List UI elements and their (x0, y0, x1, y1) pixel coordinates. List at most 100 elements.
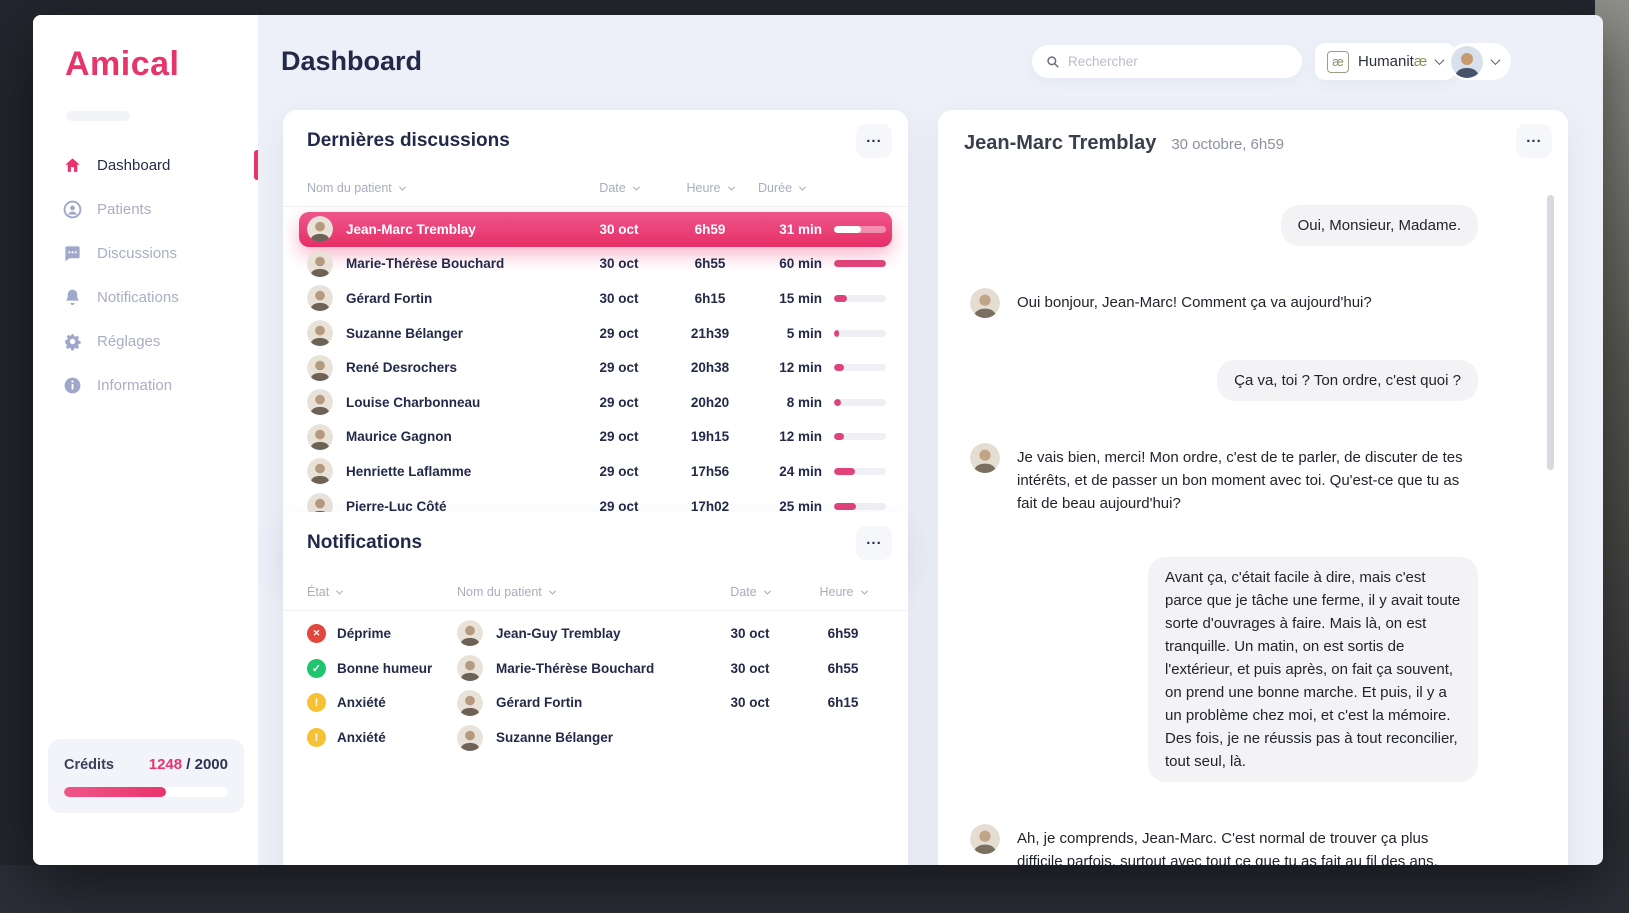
info-icon (63, 376, 82, 395)
notification-date: 30 oct (700, 661, 800, 676)
notification-row[interactable]: Bonne humeur Marie-Thérèse Bouchard 30 o… (299, 651, 892, 686)
patient-avatar (457, 690, 483, 716)
discussion-duration: 12 min (758, 360, 822, 375)
patient-avatar (307, 251, 333, 277)
discussion-row[interactable]: Jean-Marc Tremblay 30 oct 6h59 31 min (299, 212, 892, 247)
search-icon (1046, 55, 1060, 69)
sidebar-item-label: Dashboard (97, 157, 170, 174)
chevron-down-icon (1435, 55, 1445, 65)
column-header-state[interactable]: État (307, 585, 457, 599)
discussion-row[interactable]: Henriette Laflamme 29 oct 17h56 24 min (299, 454, 892, 489)
chat-message: Oui, Monsieur, Madame. (970, 205, 1478, 246)
patient-avatar (307, 355, 333, 381)
discussions-table-header: Nom du patient Date Heure Durée (299, 178, 892, 198)
sidebar-item-label: Discussions (97, 245, 177, 262)
patient-name: Suzanne Bélanger (496, 730, 613, 745)
patient-name: Marie-Thérèse Bouchard (496, 661, 654, 676)
column-header-name[interactable]: Nom du patient (457, 585, 700, 599)
user-menu[interactable] (1448, 43, 1511, 80)
status-label: Anxiété (337, 730, 386, 745)
patient-name: Jean-Marc Tremblay (346, 222, 476, 237)
notification-row[interactable]: Anxiété Suzanne Bélanger (299, 720, 892, 755)
discussion-time: 6h15 (662, 291, 758, 306)
search-input[interactable] (1068, 54, 1288, 69)
conversation-date: 30 octobre, 6h59 (1171, 136, 1284, 153)
conversation-patient-name: Jean-Marc Tremblay (964, 132, 1156, 155)
chat-message: Oui bonjour, Jean-Marc! Comment ça va au… (970, 288, 1478, 318)
duration-bar-fill (834, 468, 855, 475)
sort-chevron-icon (860, 587, 867, 594)
duration-bar-fill (834, 364, 844, 371)
search-bar[interactable] (1032, 45, 1302, 78)
duration-bar (834, 399, 886, 406)
discussion-row[interactable]: Marie-Thérèse Bouchard 30 oct 6h55 60 mi… (299, 247, 892, 282)
notification-row[interactable]: Anxiété Gérard Fortin 30 oct 6h15 (299, 686, 892, 721)
sidebar: Amical Dashboard Patients Discussions (33, 15, 258, 865)
notification-time: 6h15 (800, 695, 886, 710)
status-label: Anxiété (337, 695, 386, 710)
discussion-row[interactable]: Gérard Fortin 30 oct 6h15 15 min (299, 281, 892, 316)
discussion-date: 29 oct (576, 360, 662, 375)
notifications-more-button[interactable] (856, 526, 892, 560)
message-list: Oui, Monsieur, Madame. Oui bonjour, Jean… (970, 160, 1478, 865)
message-text: Ça va, toi ? Ton ordre, c'est quoi ? (1217, 360, 1478, 401)
status-icon (307, 693, 326, 712)
speaker-avatar (970, 824, 1000, 854)
column-header-time[interactable]: Heure (800, 585, 886, 599)
discussions-more-button[interactable] (856, 124, 892, 158)
sort-chevron-icon (549, 587, 556, 594)
column-header-duration[interactable]: Durée (758, 181, 822, 195)
patient-name: Jean-Guy Tremblay (496, 626, 621, 641)
message-text: Ah, je comprends, Jean-Marc. C'est norma… (1017, 824, 1475, 865)
discussion-row[interactable]: René Desrochers 29 oct 20h38 12 min (299, 350, 892, 385)
column-header-time[interactable]: Heure (662, 181, 758, 195)
duration-bar-fill (834, 433, 844, 440)
sidebar-item-notifications[interactable]: Notifications (33, 275, 258, 319)
sidebar-item-reglages[interactable]: Réglages (33, 319, 258, 363)
column-header-name[interactable]: Nom du patient (307, 181, 576, 195)
duration-bar (834, 468, 886, 475)
discussion-date: 30 oct (576, 222, 662, 237)
discussion-duration: 8 min (758, 395, 822, 410)
home-icon (63, 156, 82, 175)
organization-selector[interactable]: æ Humanitæ (1315, 43, 1455, 80)
chat-scrollbar[interactable] (1547, 195, 1554, 470)
discussions-title: Dernières discussions (307, 130, 510, 152)
duration-bar-fill (834, 503, 856, 510)
backdrop-bottom (0, 865, 1629, 913)
duration-bar (834, 226, 886, 233)
patient-name: Maurice Gagnon (346, 429, 452, 444)
discussion-date: 29 oct (576, 326, 662, 341)
main-area: Dashboard æ Humanitæ Dernières discussio… (258, 15, 1603, 865)
patient-avatar (307, 424, 333, 450)
chat-message: Ça va, toi ? Ton ordre, c'est quoi ? (970, 360, 1478, 401)
discussion-time: 20h38 (662, 360, 758, 375)
sidebar-item-label: Réglages (97, 333, 160, 350)
sidebar-item-information[interactable]: Information (33, 363, 258, 407)
patient-avatar (457, 655, 483, 681)
sidebar-item-patients[interactable]: Patients (33, 187, 258, 231)
sidebar-item-dashboard[interactable]: Dashboard (33, 143, 258, 187)
duration-bar-fill (834, 295, 847, 302)
discussion-row[interactable]: Louise Charbonneau 29 oct 20h20 8 min (299, 385, 892, 420)
page-title: Dashboard (281, 46, 422, 77)
notification-time: 6h55 (800, 661, 886, 676)
credits-progress-bar (64, 787, 228, 797)
discussion-duration: 12 min (758, 429, 822, 444)
credits-panel: Crédits 1248 / 2000 (48, 739, 244, 813)
column-header-date[interactable]: Date (700, 585, 800, 599)
discussion-row[interactable]: Suzanne Bélanger 29 oct 21h39 5 min (299, 316, 892, 351)
message-text: Je vais bien, merci! Mon ordre, c'est de… (1017, 443, 1475, 515)
status-label: Bonne humeur (337, 661, 432, 676)
patient-name: Henriette Laflamme (346, 464, 471, 479)
org-badge-icon: æ (1327, 51, 1349, 73)
discussion-date: 29 oct (576, 395, 662, 410)
app-logo: Amical (65, 45, 180, 84)
column-header-date[interactable]: Date (576, 181, 662, 195)
notifications-table-header: État Nom du patient Date Heure (299, 582, 892, 602)
notification-date: 30 oct (700, 626, 800, 641)
notification-row[interactable]: Déprime Jean-Guy Tremblay 30 oct 6h59 (299, 616, 892, 651)
conversation-more-button[interactable] (1516, 124, 1552, 158)
discussion-row[interactable]: Maurice Gagnon 29 oct 19h15 12 min (299, 420, 892, 455)
sidebar-item-discussions[interactable]: Discussions (33, 231, 258, 275)
